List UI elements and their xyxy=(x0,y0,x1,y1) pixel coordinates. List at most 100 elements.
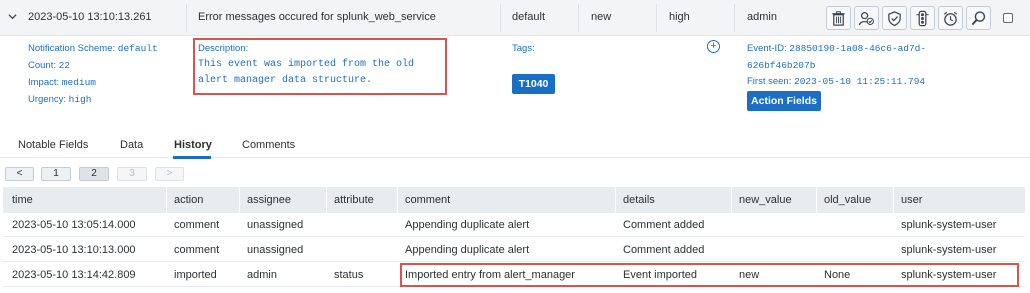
trash-icon xyxy=(832,10,845,26)
snooze-icon xyxy=(944,11,957,26)
cell-time: 2023-05-10 13:05:14.000 xyxy=(12,219,136,231)
event-id-field: Event-ID: 28850190-1a08-46c6-ad7d- xyxy=(747,43,926,54)
description-text: This event was imported from the old ale… xyxy=(198,59,415,86)
cell-user: splunk-system-user xyxy=(901,219,997,231)
cell-time: 2023-05-10 13:10:13.000 xyxy=(12,244,136,256)
urgency-label: Urgency: xyxy=(28,94,67,105)
action-fields-button[interactable]: Action Fields xyxy=(747,91,821,111)
urgency-value: high xyxy=(68,94,92,105)
col-user[interactable]: user xyxy=(901,187,922,213)
col-assignee[interactable]: assignee xyxy=(247,187,291,213)
event-id-value: 28850190-1a08-46c6-ad7d- xyxy=(789,43,927,54)
first-seen-field: First seen: 2023-05-10 11:25:11.794 xyxy=(747,76,925,87)
add-tag-icon[interactable]: + xyxy=(707,40,720,53)
count-value: 22 xyxy=(58,60,71,71)
acknowledge-icon xyxy=(888,10,901,26)
cell-time: 2023-05-10 13:14:42.809 xyxy=(12,269,136,281)
chevron-down-icon[interactable] xyxy=(8,12,17,21)
cell-action: imported xyxy=(174,269,217,281)
column-divider xyxy=(816,187,817,213)
col-action[interactable]: action xyxy=(174,187,203,213)
tab-history[interactable]: History xyxy=(174,139,212,151)
event-id-value-cont: 626bf46b207b xyxy=(747,60,816,71)
notification-scheme-field: Notification Scheme: default xyxy=(28,43,158,54)
snooze-button[interactable] xyxy=(938,6,963,30)
urgency-field: Urgency: high xyxy=(28,94,91,105)
cell-user: splunk-system-user xyxy=(901,244,997,256)
impact-label: Impact: xyxy=(28,77,60,88)
page-2-button[interactable]: 2 xyxy=(79,167,109,181)
description-label: Description: xyxy=(198,43,249,54)
first-seen-label: First seen: xyxy=(747,76,792,87)
column-divider xyxy=(239,187,240,213)
col-attribute[interactable]: attribute xyxy=(334,187,374,213)
column-divider xyxy=(578,4,579,32)
column-divider xyxy=(397,187,398,213)
column-divider xyxy=(734,4,735,32)
cell-details: Comment added xyxy=(623,244,705,256)
set-urgency-button[interactable] xyxy=(910,6,935,30)
search-button[interactable] xyxy=(966,6,991,30)
event-id-continuation: 626bf46b207b xyxy=(747,60,815,71)
count-field: Count: 22 xyxy=(28,60,70,71)
impact-field: Impact: medium xyxy=(28,77,96,88)
alert-app: default xyxy=(512,11,546,23)
tab-comments[interactable]: Comments xyxy=(242,139,295,151)
acknowledge-button[interactable] xyxy=(882,6,907,30)
table-row: 2023-05-10 13:10:13.000 comment unassign… xyxy=(3,238,1025,262)
impact-value: medium xyxy=(61,77,97,88)
cell-action: comment xyxy=(174,219,220,231)
col-time[interactable]: time xyxy=(12,187,33,213)
search-icon xyxy=(971,10,986,25)
cell-action: comment xyxy=(174,244,220,256)
tab-notable-fields[interactable]: Notable Fields xyxy=(18,139,88,151)
col-new-value[interactable]: new_value xyxy=(739,187,792,213)
cell-comment: Appending duplicate alert xyxy=(405,219,530,231)
alert-status: new xyxy=(591,11,612,23)
alert-urgency: high xyxy=(669,11,690,23)
column-divider xyxy=(326,187,327,213)
select-checkbox[interactable] xyxy=(1003,13,1013,23)
alert-action-icons xyxy=(826,6,991,30)
alert-title: Error messages occured for splunk_web_se… xyxy=(198,11,436,23)
cell-details: Comment added xyxy=(623,219,705,231)
notification-scheme-label: Notification Scheme: xyxy=(28,43,116,54)
active-tab-indicator xyxy=(173,156,211,159)
column-divider xyxy=(893,187,894,213)
assign-user-icon xyxy=(858,11,874,25)
column-divider xyxy=(615,187,616,213)
column-divider xyxy=(731,187,732,213)
cell-attribute: status xyxy=(334,269,364,281)
event-id-label: Event-ID: xyxy=(747,43,787,54)
prev-page-button[interactable]: < xyxy=(5,167,34,181)
page-3-button: 3 xyxy=(117,167,147,181)
page-1-button[interactable]: 1 xyxy=(41,167,71,181)
column-divider xyxy=(656,4,657,32)
cell-assignee: unassigned xyxy=(247,219,304,231)
alert-header-row[interactable]: 2023-05-10 13:10:13.261 Error messages o… xyxy=(0,0,1030,36)
column-divider xyxy=(166,187,167,213)
alert-owner: admin xyxy=(747,11,777,23)
history-table-header: time action assignee attribute comment d… xyxy=(3,187,1025,213)
traffic-light-icon xyxy=(916,10,929,26)
cell-assignee: unassigned xyxy=(247,244,304,256)
table-row: 2023-05-10 13:05:14.000 comment unassign… xyxy=(3,213,1025,237)
tag-badge[interactable]: T1040 xyxy=(512,74,555,94)
cell-assignee: admin xyxy=(247,269,277,281)
column-divider xyxy=(500,4,501,32)
first-seen-value: 2023-05-10 11:25:11.794 xyxy=(794,76,926,87)
alert-time: 2023-05-10 13:10:13.261 xyxy=(28,11,152,23)
column-divider xyxy=(186,4,187,32)
imported-row-highlight xyxy=(400,263,1019,287)
cell-comment: Appending duplicate alert xyxy=(405,244,530,256)
delete-button[interactable] xyxy=(826,6,851,30)
tab-data[interactable]: Data xyxy=(120,139,143,151)
next-page-button: > xyxy=(155,167,184,181)
notification-scheme-value: default xyxy=(117,43,158,54)
count-label: Count: xyxy=(28,60,56,71)
col-old-value[interactable]: old_value xyxy=(824,187,871,213)
assign-user-button[interactable] xyxy=(854,6,879,30)
tags-label: Tags: xyxy=(512,43,535,54)
col-details[interactable]: details xyxy=(623,187,655,213)
col-comment[interactable]: comment xyxy=(405,187,450,213)
